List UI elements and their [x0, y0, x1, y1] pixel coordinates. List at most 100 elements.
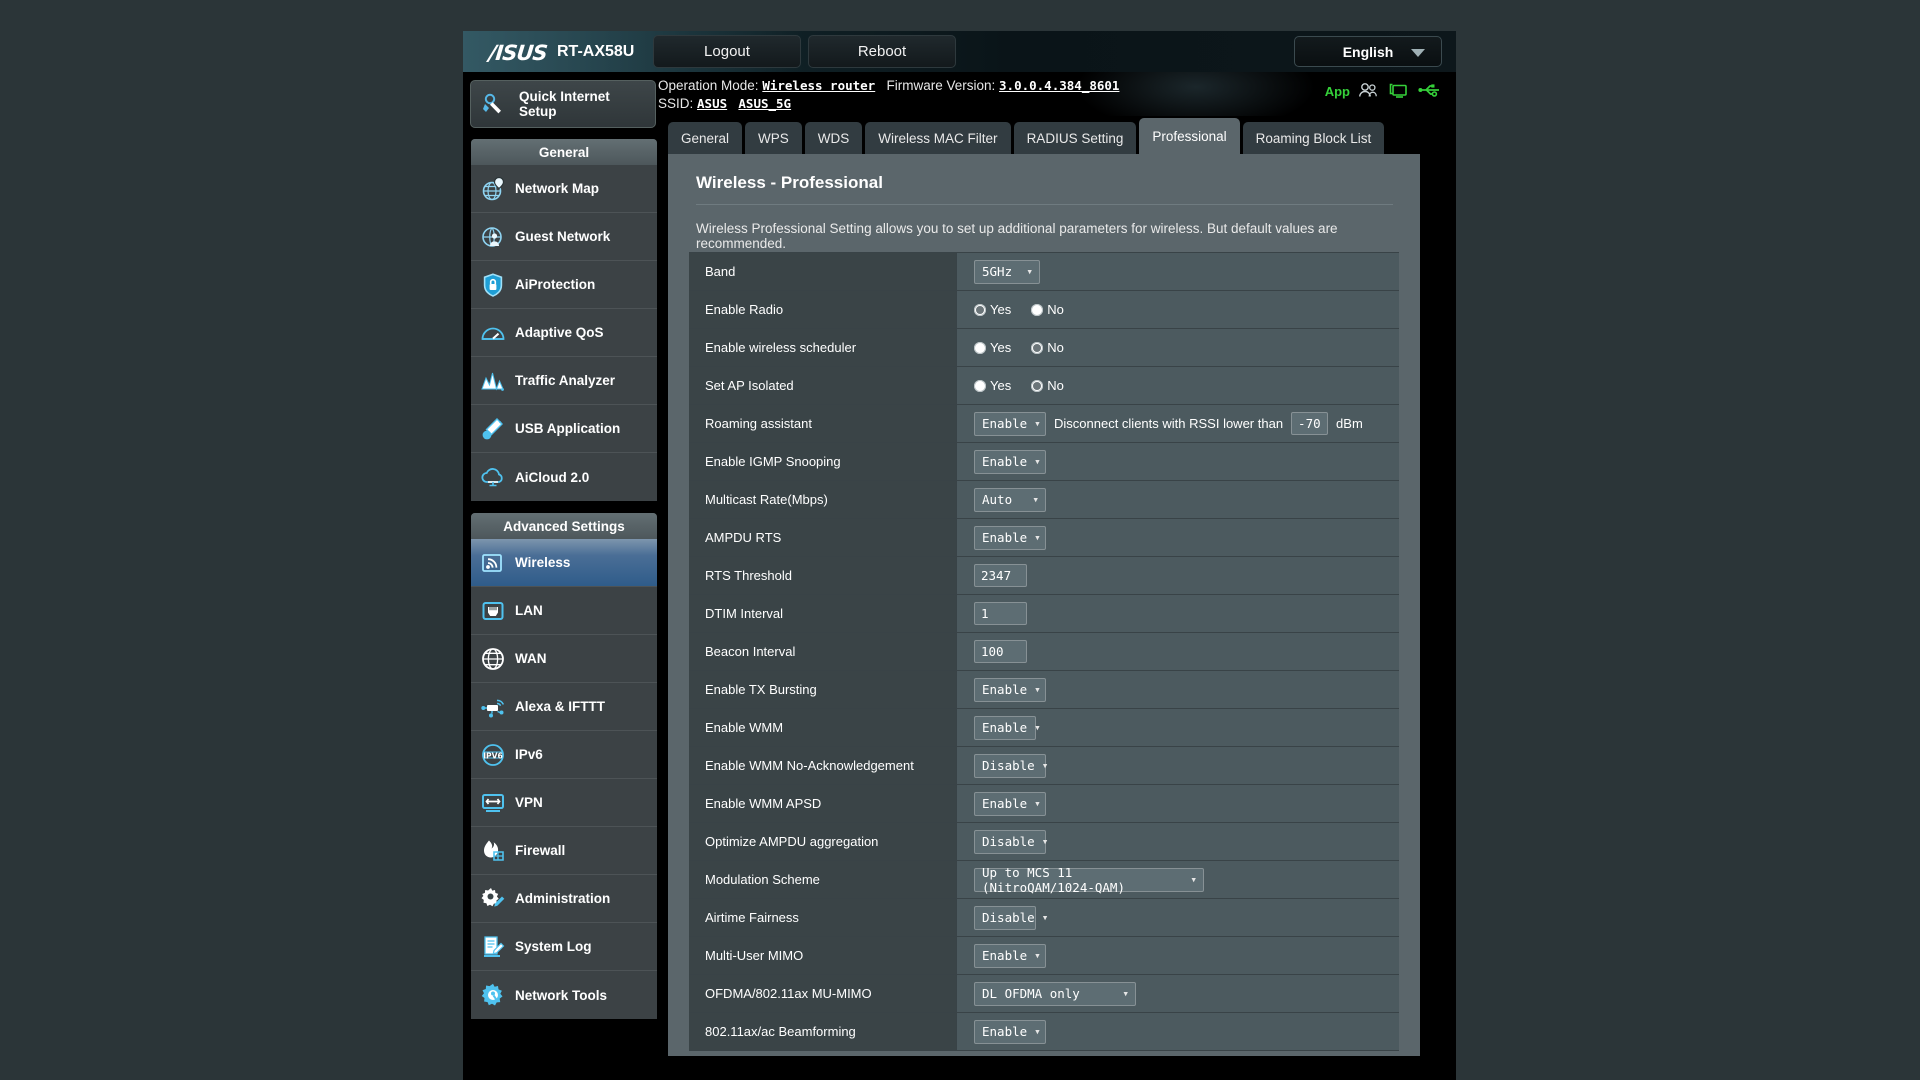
multicast-rate-select[interactable]: Auto ▾	[974, 488, 1046, 512]
sidebar-item-label: WAN	[515, 651, 547, 666]
sidebar-item-adaptive-qos[interactable]: Adaptive QoS	[471, 309, 657, 357]
table-row: 802.11ax/ac Beamforming Enable ▾	[689, 1013, 1399, 1051]
tx-bursting-select[interactable]: Enable ▾	[974, 678, 1046, 702]
modulation-scheme-select[interactable]: Up to MCS 11 (NitroQAM/1024-QAM) ▾	[974, 868, 1204, 892]
sidebar-item-label: Guest Network	[515, 229, 610, 244]
radio-button[interactable]	[1031, 380, 1043, 392]
network-display-icon[interactable]	[1388, 82, 1408, 103]
usb-drive-icon	[471, 416, 515, 442]
optimize-ampdu-select[interactable]: Disable ▾	[974, 830, 1046, 854]
sidebar-item-network-map[interactable]: Network Map	[471, 165, 657, 213]
network-map-icon	[471, 176, 515, 202]
table-row: Multi-User MIMO Enable ▾	[689, 937, 1399, 975]
tab-professional[interactable]: Professional	[1139, 118, 1239, 154]
sidebar-item-wan[interactable]: WAN	[471, 635, 657, 683]
tab-general[interactable]: General	[668, 122, 742, 154]
reboot-button[interactable]: Reboot	[808, 35, 956, 68]
ampdu-rts-select[interactable]: Enable ▾	[974, 526, 1046, 550]
sidebar-item-vpn[interactable]: VPN	[471, 779, 657, 827]
language-selector[interactable]: English	[1294, 36, 1442, 67]
tab-bar: General WPS WDS Wireless MAC Filter RADI…	[668, 118, 1387, 154]
band-select[interactable]: 5GHz ▾	[974, 260, 1040, 284]
wmm-no-ack-value: Disable	[982, 758, 1035, 773]
table-row: RTS Threshold	[689, 557, 1399, 595]
sidebar-item-firewall[interactable]: Firewall	[471, 827, 657, 875]
sidebar-item-aiprotection[interactable]: AiProtection	[471, 261, 657, 309]
wmm-select[interactable]: Enable ▾	[974, 716, 1036, 740]
tab-radius-setting[interactable]: RADIUS Setting	[1014, 122, 1137, 154]
wmm-apsd-value: Enable	[982, 796, 1027, 811]
sidebar-item-administration[interactable]: Administration	[471, 875, 657, 923]
radio-button[interactable]	[974, 380, 986, 392]
clients-icon[interactable]	[1358, 82, 1378, 103]
row-value	[957, 557, 1399, 594]
quick-internet-setup-button[interactable]: Quick Internet Setup	[470, 80, 656, 128]
ap-isolated-no[interactable]: No	[1031, 378, 1064, 393]
app-link[interactable]: App	[1325, 84, 1350, 99]
logout-button[interactable]: Logout	[653, 35, 801, 68]
enable-radio-no[interactable]: No	[1031, 302, 1064, 317]
wireless-scheduler-no[interactable]: No	[1031, 340, 1064, 355]
radio-label: Yes	[990, 340, 1011, 355]
mu-mimo-select[interactable]: Enable ▾	[974, 944, 1046, 968]
roaming-assistant-select[interactable]: Enable ▾	[974, 412, 1046, 436]
dtim-interval-input[interactable]	[974, 602, 1027, 625]
rssi-threshold-input[interactable]	[1291, 412, 1328, 435]
sidebar-item-guest-network[interactable]: Guest Network	[471, 213, 657, 261]
rts-threshold-input[interactable]	[974, 564, 1027, 587]
beacon-interval-input[interactable]	[974, 640, 1027, 663]
radio-label: Yes	[990, 378, 1011, 393]
svg-text:IPV6: IPV6	[483, 751, 503, 760]
radio-button[interactable]	[974, 304, 986, 316]
airtime-fairness-select[interactable]: Disable ▾	[974, 906, 1036, 930]
firewall-flame-icon	[471, 838, 515, 864]
sidebar-item-alexa-ifttt[interactable]: Alexa & IFTTT	[471, 683, 657, 731]
radio-button[interactable]	[974, 342, 986, 354]
row-value: Yes No	[957, 329, 1399, 366]
sidebar-item-wireless[interactable]: Wireless	[471, 539, 657, 587]
operation-mode-value[interactable]: Wireless router	[762, 78, 875, 93]
wmm-apsd-select[interactable]: Enable ▾	[974, 792, 1046, 816]
table-row: Enable Radio Yes No	[689, 291, 1399, 329]
radio-button[interactable]	[1031, 304, 1043, 316]
chevron-down-icon: ▾	[1115, 987, 1129, 1000]
operation-mode-line: Operation Mode: Wireless router Firmware…	[658, 78, 1119, 93]
wireless-scheduler-yes[interactable]: Yes	[974, 340, 1011, 355]
tab-wireless-mac-filter[interactable]: Wireless MAC Filter	[865, 122, 1010, 154]
ap-isolated-yes[interactable]: Yes	[974, 378, 1011, 393]
rssi-note: Disconnect clients with RSSI lower than	[1054, 416, 1283, 431]
settings-table: Band 5GHz ▾ Enable Radio Yes	[689, 252, 1399, 1051]
wmm-no-ack-select[interactable]: Disable ▾	[974, 754, 1046, 778]
usb-icon[interactable]	[1418, 82, 1440, 103]
ofdma-select[interactable]: DL OFDMA only ▾	[974, 982, 1136, 1006]
ssid-line: SSID: ASUS ASUS_5G	[658, 96, 791, 111]
sidebar-item-aicloud[interactable]: AiCloud 2.0	[471, 453, 657, 501]
igmp-snooping-select[interactable]: Enable ▾	[974, 450, 1046, 474]
sidebar-item-usb-application[interactable]: USB Application	[471, 405, 657, 453]
ssid-2g-value[interactable]: ASUS	[697, 96, 727, 111]
row-value: Up to MCS 11 (NitroQAM/1024-QAM) ▾	[957, 861, 1399, 898]
sidebar-item-traffic-analyzer[interactable]: Traffic Analyzer	[471, 357, 657, 405]
sidebar-item-label: Traffic Analyzer	[515, 373, 615, 388]
beamforming-select[interactable]: Enable ▾	[974, 1020, 1046, 1044]
sidebar-item-ipv6[interactable]: IPV6 IPv6	[471, 731, 657, 779]
table-row: AMPDU RTS Enable ▾	[689, 519, 1399, 557]
sidebar-item-lan[interactable]: LAN	[471, 587, 657, 635]
radio-button[interactable]	[1031, 342, 1043, 354]
tab-wps[interactable]: WPS	[745, 122, 802, 154]
enable-radio-yes[interactable]: Yes	[974, 302, 1011, 317]
row-value: Enable ▾	[957, 937, 1399, 974]
sidebar-item-system-log[interactable]: System Log	[471, 923, 657, 971]
table-row: Band 5GHz ▾	[689, 253, 1399, 291]
sidebar-group-general: General Network Map	[470, 138, 658, 502]
row-label: Multi-User MIMO	[689, 937, 957, 974]
sidebar-item-network-tools[interactable]: Network Tools	[471, 971, 657, 1019]
tab-wds[interactable]: WDS	[805, 122, 863, 154]
tx-bursting-value: Enable	[982, 682, 1027, 697]
network-tools-icon	[471, 982, 515, 1008]
row-label: Enable Radio	[689, 291, 957, 328]
firmware-version-value[interactable]: 3.0.0.4.384_8601	[999, 78, 1119, 93]
tab-roaming-block-list[interactable]: Roaming Block List	[1243, 122, 1385, 154]
firmware-version-label: Firmware Version:	[886, 78, 995, 93]
ssid-5g-value[interactable]: ASUS_5G	[738, 96, 791, 111]
